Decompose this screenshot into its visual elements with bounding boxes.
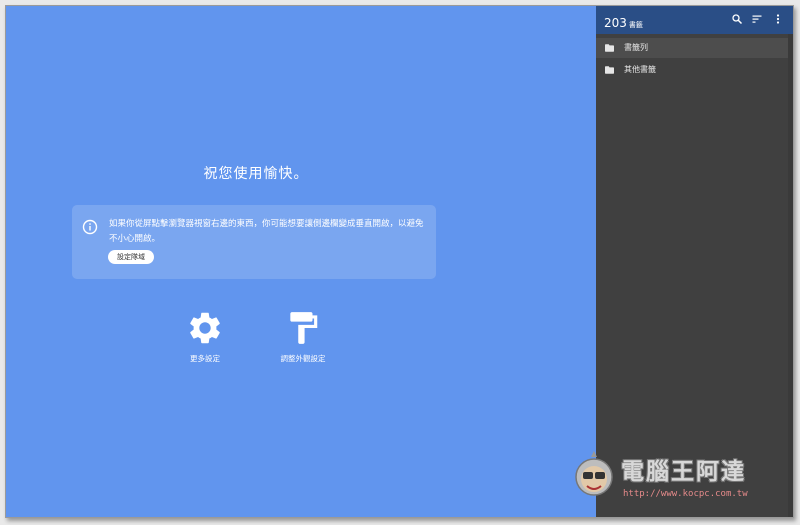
info-icon [82,219,98,235]
bookmark-count-title: 203 書籤 [604,12,643,31]
panel-header: 203 書籤 [596,6,793,34]
notice-text: 如果你從屏點擊瀏覽器視窗右邊的東西，你可能想要讓側邊欄變成垂直開啟，以避免不小心… [109,219,424,244]
bookmark-unit: 書籤 [628,21,643,29]
bookmarks-side-panel: 203 書籤 書籤列 其他書籤 [596,6,793,517]
folder-label: 書籤列 [624,43,648,52]
folder-item-other-bookmarks[interactable]: 其他書籤 [596,60,788,80]
more-settings-shortcut[interactable]: 更多設定 [165,309,245,364]
gear-icon [190,312,220,344]
sort-icon[interactable] [751,13,763,25]
folder-label: 其他書籤 [624,65,656,74]
search-icon[interactable] [731,13,743,25]
panel-scrollbar[interactable] [788,34,793,517]
bookmark-count: 203 [604,16,627,30]
folder-icon [605,66,614,74]
main-area: 祝您使用愉快。 如果你從屏點擊瀏覽器視窗右邊的東西，你可能想要讓側邊欄變成垂直開… [6,6,596,517]
appearance-settings-label: 調整外觀設定 [280,354,326,363]
folder-icon [605,44,614,52]
more-vert-icon[interactable] [772,13,784,25]
more-settings-label: 更多設定 [190,354,220,363]
watermark-url: http://www.kocpc.com.tw [623,489,748,499]
notice-box: 如果你從屏點擊瀏覽器視窗右邊的東西，你可能想要讓側邊欄變成垂直開啟，以避免不小心… [72,205,436,279]
watermark: 電腦王阿達 http://www.kocpc.com.tw [571,449,786,509]
appearance-settings-shortcut[interactable]: 調整外觀設定 [263,309,343,364]
screenshot-frame: 祝您使用愉快。 如果你從屏點擊瀏覽器視窗右邊的東西，你可能想要讓側邊欄變成垂直開… [5,5,794,518]
watermark-title: 電腦王阿達 [621,459,746,485]
greeting-text: 祝您使用愉快。 [203,166,309,182]
mascot-logo [575,451,613,496]
notice-settings-button[interactable]: 設定隊域 [108,250,154,264]
paint-roller-icon [290,312,318,344]
folder-item-bookmarks-bar[interactable]: 書籤列 [596,38,788,58]
